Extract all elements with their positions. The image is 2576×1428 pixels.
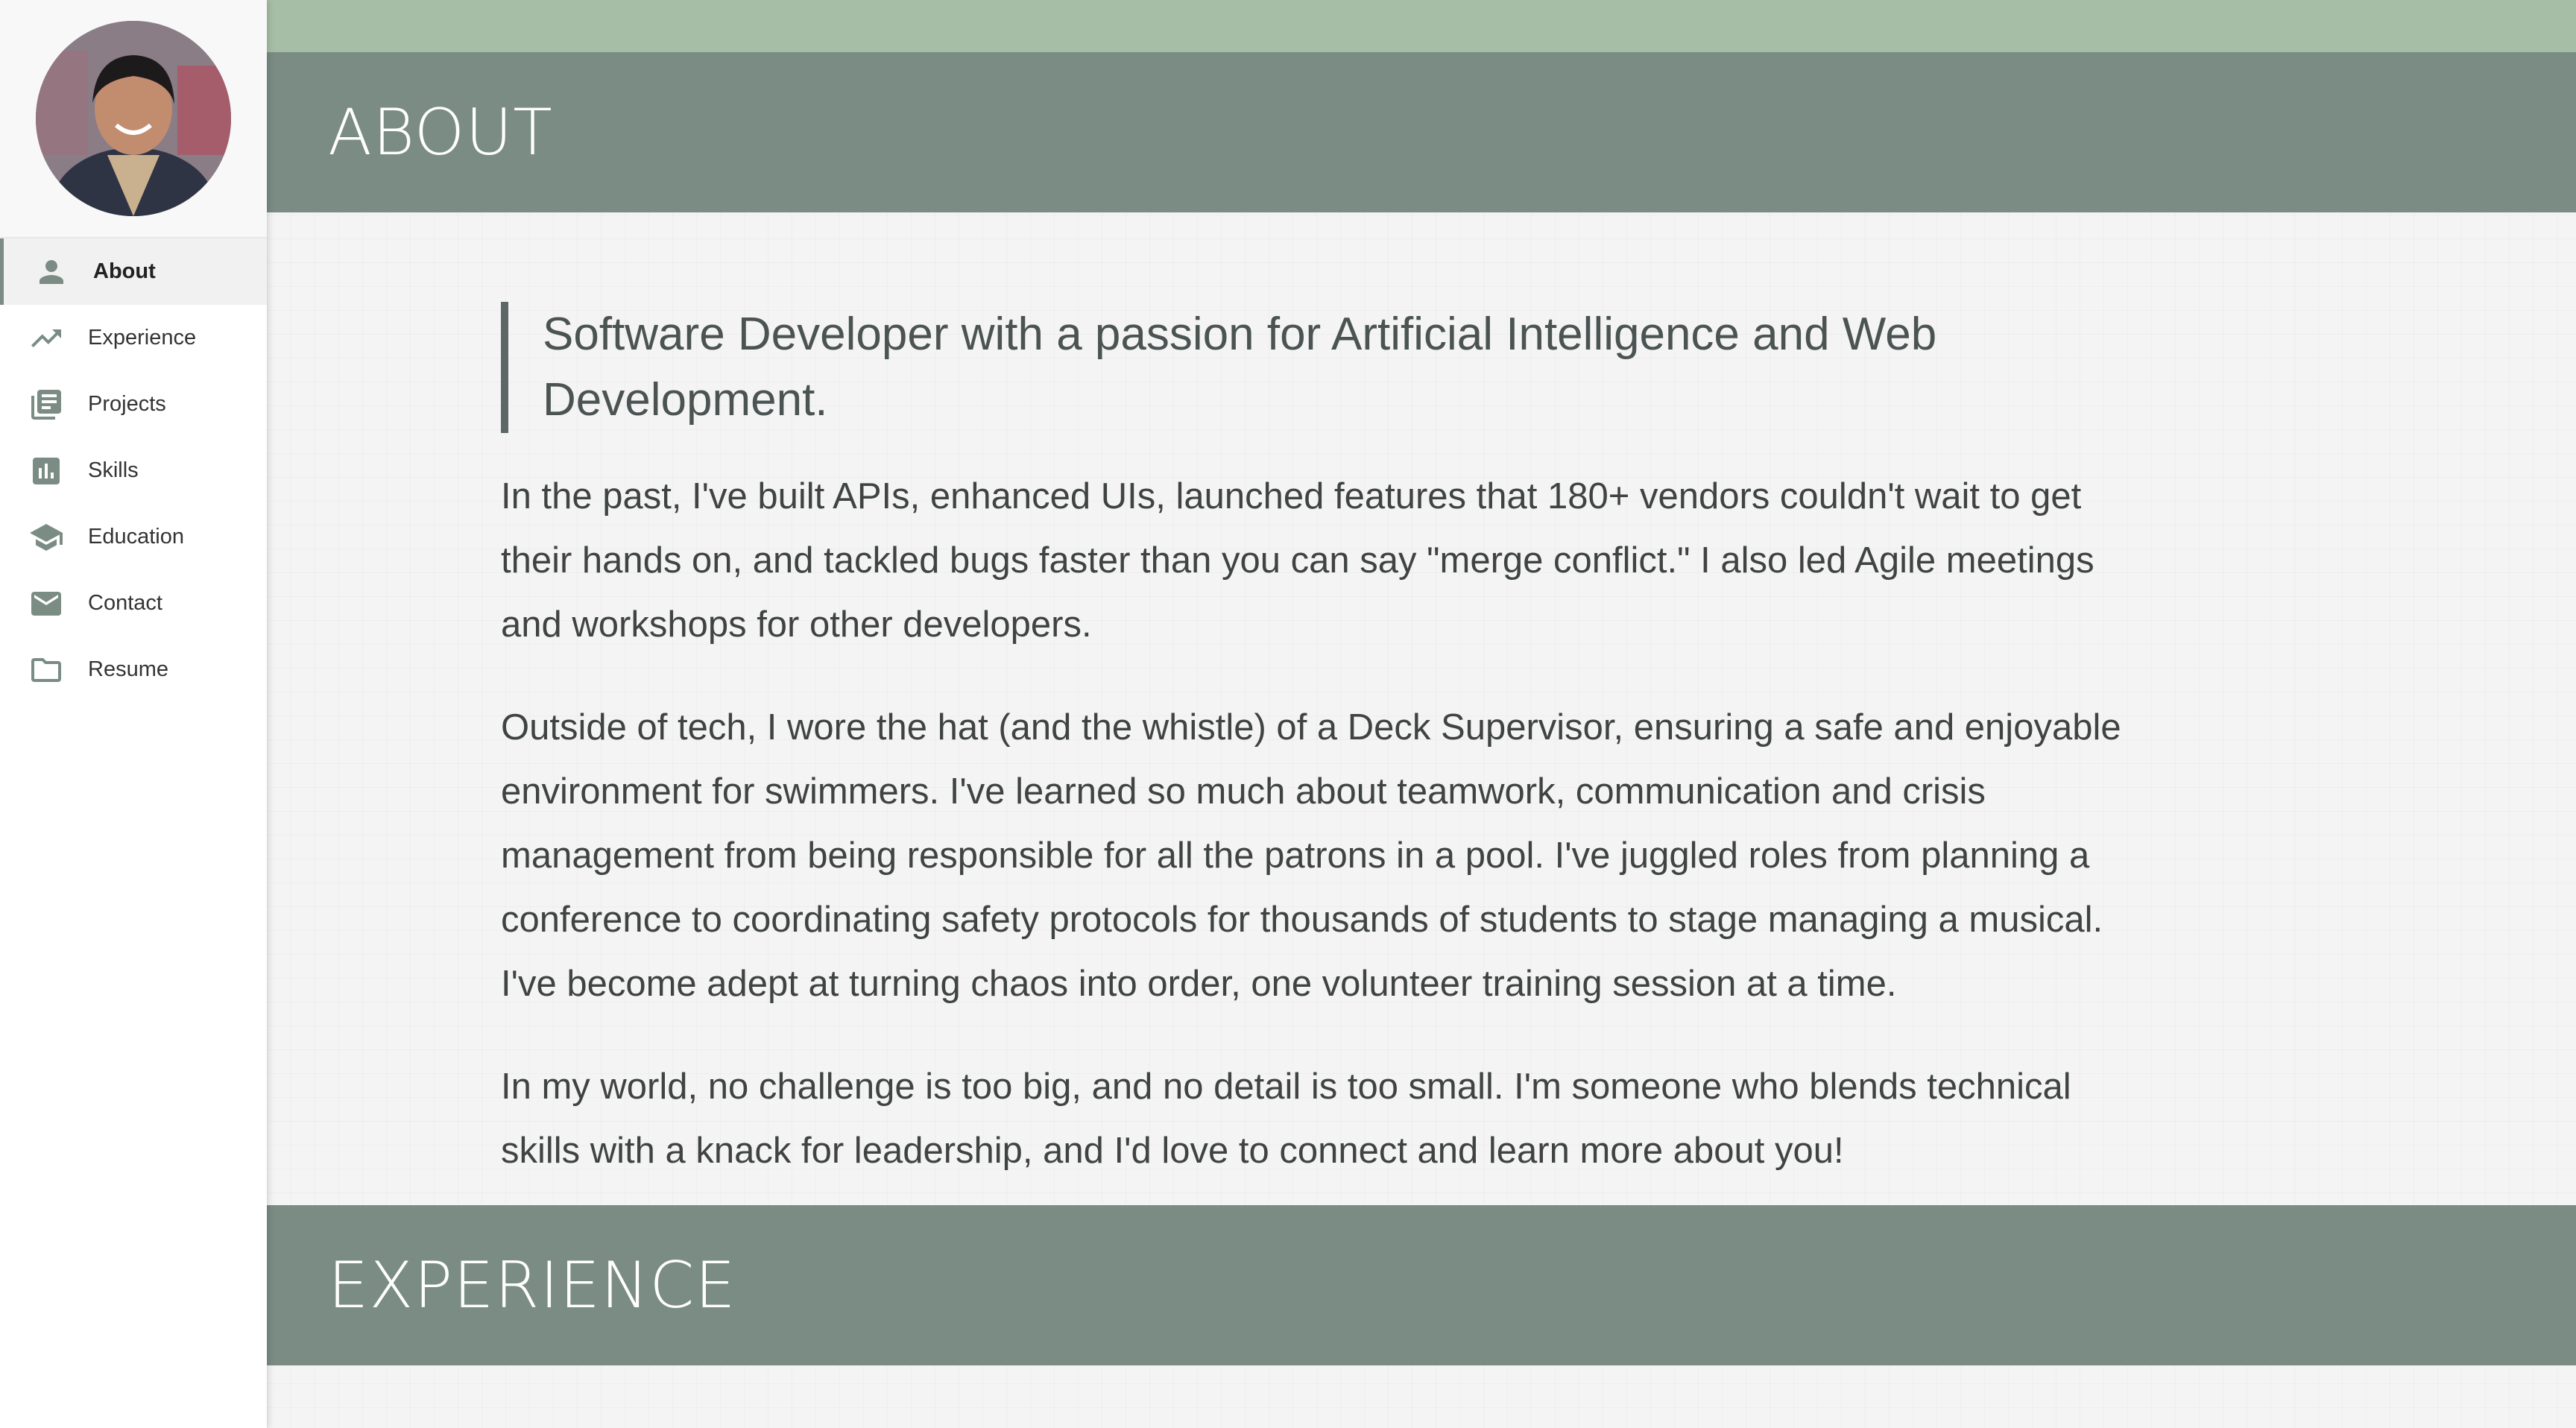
about-paragraph: Outside of tech, I wore the hat (and the… xyxy=(501,707,2121,1004)
mail-icon xyxy=(27,584,66,623)
experience-title: EXPERIENCE xyxy=(328,1248,736,1323)
sidebar: About Experience Projects Skills Educati… xyxy=(0,0,267,1428)
library-books-icon xyxy=(27,385,66,424)
sidebar-item-projects[interactable]: Projects xyxy=(0,371,267,437)
sidebar-item-label: Experience xyxy=(88,326,197,350)
person-icon xyxy=(32,253,71,291)
about-body: Software Developer with a passion for Ar… xyxy=(267,212,2130,1205)
sidebar-item-label: Contact xyxy=(88,591,162,615)
about-paragraph: In the past, I've built APIs, enhanced U… xyxy=(501,476,2094,645)
about-banner: ABOUT xyxy=(267,52,2576,212)
about-title: ABOUT xyxy=(328,95,553,170)
sidebar-item-education[interactable]: Education xyxy=(0,504,267,570)
sidebar-item-contact[interactable]: Contact xyxy=(0,570,267,636)
sidebar-item-label: Skills xyxy=(88,458,139,482)
graduation-cap-icon xyxy=(27,518,66,557)
about-tagline: Software Developer with a passion for Ar… xyxy=(501,302,2130,433)
sidebar-item-label: Resume xyxy=(88,657,168,681)
trending-up-icon xyxy=(27,319,66,358)
sidebar-item-label: Education xyxy=(88,525,184,549)
sidebar-item-experience[interactable]: Experience xyxy=(0,305,267,371)
sidebar-nav: About Experience Projects Skills Educati… xyxy=(0,238,267,703)
main-content: ABOUT Software Developer with a passion … xyxy=(267,0,2576,1428)
sidebar-item-label: Projects xyxy=(88,392,166,416)
profile-photo xyxy=(36,21,231,216)
sidebar-item-about[interactable]: About xyxy=(0,238,267,305)
about-section: ABOUT Software Developer with a passion … xyxy=(267,52,2576,1205)
sidebar-item-label: About xyxy=(93,259,156,283)
experience-banner: EXPERIENCE xyxy=(267,1205,2576,1365)
folder-icon xyxy=(27,651,66,689)
sidebar-item-skills[interactable]: Skills xyxy=(0,437,267,504)
avatar-container xyxy=(0,0,267,238)
avatar xyxy=(36,21,231,216)
top-accent-bar xyxy=(267,0,2576,52)
about-paragraph: In my world, no challenge is too big, an… xyxy=(501,1067,2071,1171)
experience-section: EXPERIENCE xyxy=(267,1205,2576,1365)
bar-chart-icon xyxy=(27,452,66,490)
sidebar-item-resume[interactable]: Resume xyxy=(0,636,267,703)
